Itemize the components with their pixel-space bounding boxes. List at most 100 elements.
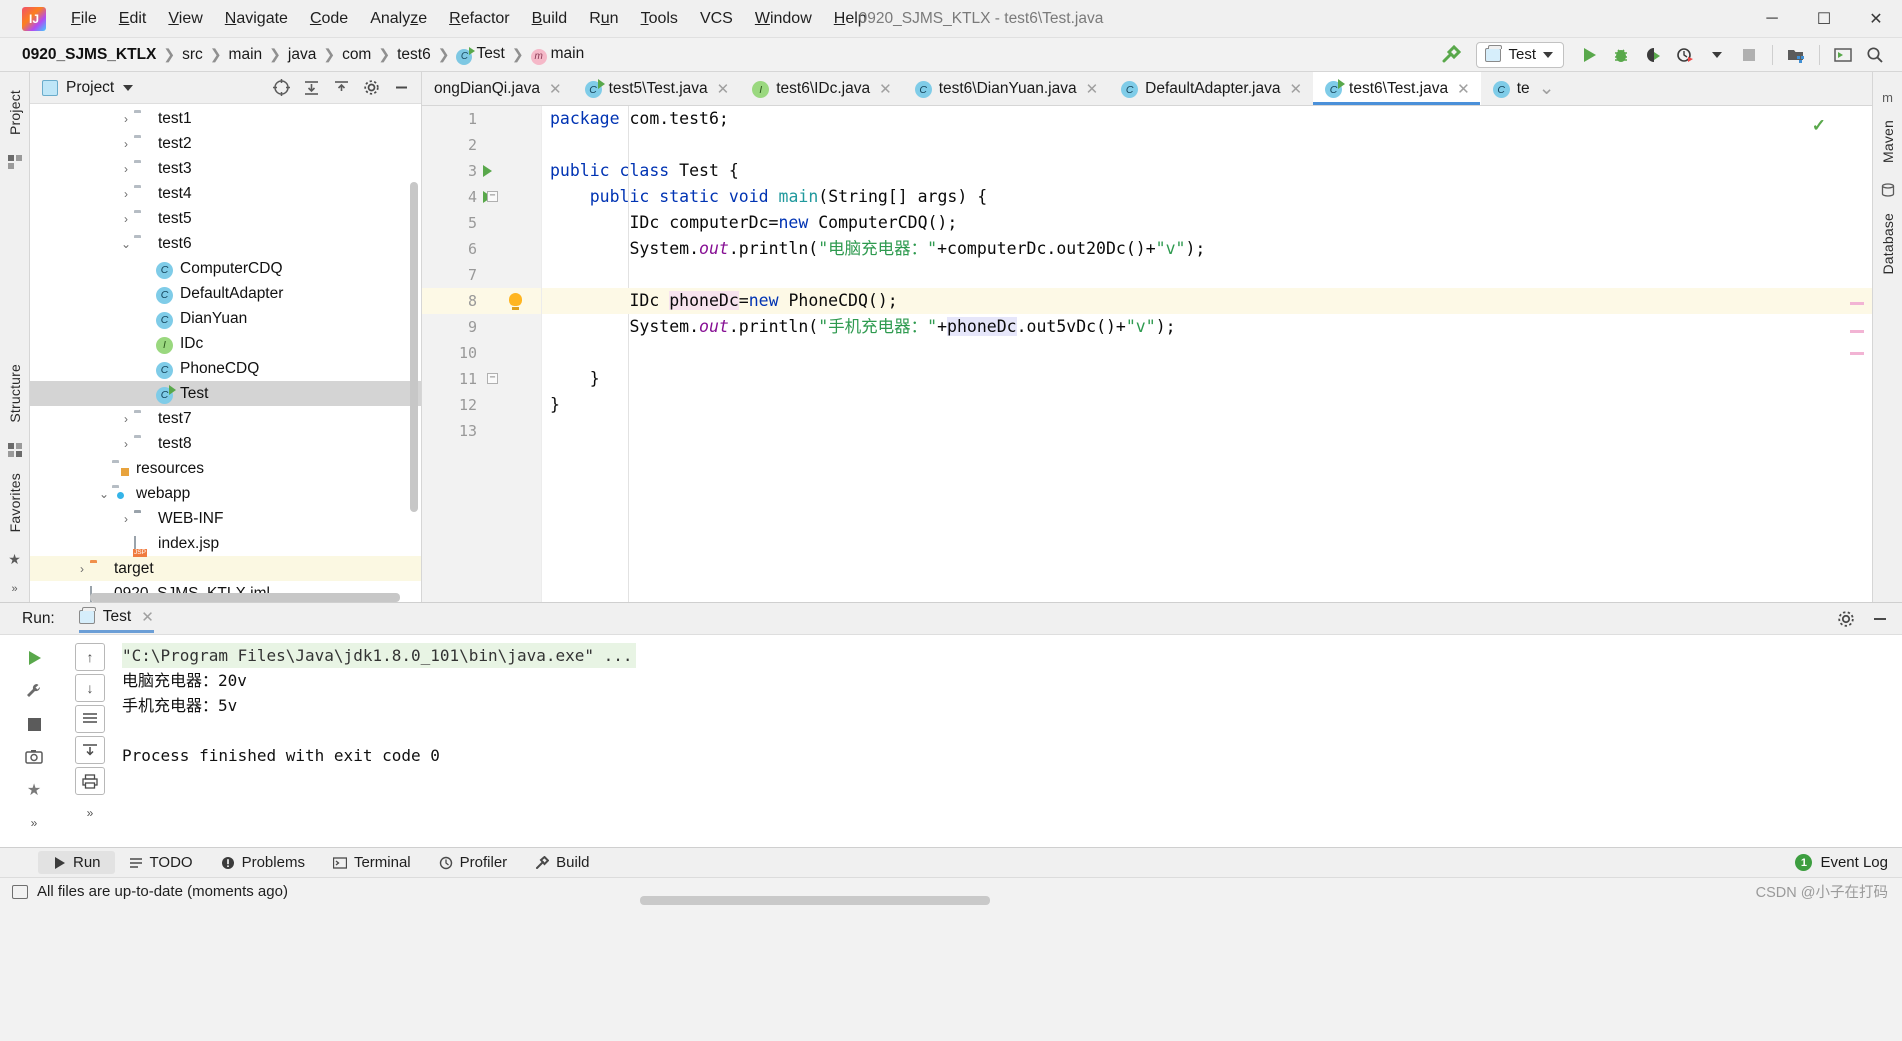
code-line[interactable]: public static void main(String[] args) { <box>542 184 1872 210</box>
profiler-button[interactable] <box>1670 42 1700 68</box>
maven-small-icon[interactable]: m <box>1879 88 1897 106</box>
code-line[interactable]: } <box>542 366 1872 392</box>
editor-tab[interactable]: Cte ⌄ <box>1481 72 1566 105</box>
menu-vcs[interactable]: VCS <box>689 6 744 32</box>
editor-tab[interactable]: Itest6\IDc.java ✕ <box>740 72 902 105</box>
search-everywhere-icon[interactable] <box>1860 42 1890 68</box>
tree-node[interactable]: C PhoneCDQ <box>30 356 421 381</box>
menu-view[interactable]: View <box>157 6 213 32</box>
gutter-line[interactable]: 13 <box>422 418 541 444</box>
close-icon[interactable]: ✕ <box>1457 80 1470 98</box>
tree-node[interactable]: index.jsp <box>30 531 421 556</box>
tree-expander-icon[interactable]: › <box>118 437 134 451</box>
tree-node[interactable]: › test3 <box>30 156 421 181</box>
project-tree-vertical-scrollbar[interactable] <box>410 182 418 512</box>
breadcrumb-item-project[interactable]: 0920_SJMS_KTLX <box>18 45 160 65</box>
editor-tab[interactable]: Ctest5\Test.java ✕ <box>573 72 741 105</box>
tree-expander-icon[interactable]: ⌄ <box>118 237 134 251</box>
sidebar-tab-database[interactable]: Database <box>1877 203 1899 285</box>
sidebar-tab-structure[interactable]: Structure <box>4 354 26 433</box>
tree-expander-icon[interactable]: › <box>118 112 134 126</box>
run-button[interactable] <box>1574 42 1604 68</box>
bottom-scrollbar[interactable] <box>640 896 990 905</box>
profiler-dropdown-icon[interactable] <box>1702 42 1732 68</box>
chevron-down-icon[interactable]: ⌄ <box>1539 77 1555 100</box>
maximize-button[interactable]: ☐ <box>1798 0 1850 38</box>
editor-gutter[interactable]: 1 2 3 4−5 6 7 8 9 10 11−12 13 <box>422 106 542 602</box>
tree-node[interactable]: › test4 <box>30 181 421 206</box>
gutter-line[interactable]: 8 <box>422 288 541 314</box>
event-log-label[interactable]: Event Log <box>1820 854 1888 871</box>
chevron-down-icon[interactable] <box>123 84 134 91</box>
tree-expander-icon[interactable]: › <box>118 137 134 151</box>
toolwindow-todo[interactable]: TODO <box>115 851 207 874</box>
tree-expander-icon[interactable]: › <box>74 562 90 576</box>
close-button[interactable]: ✕ <box>1850 0 1902 38</box>
tree-node[interactable]: C Test <box>30 381 421 406</box>
tree-expander-icon[interactable]: › <box>118 512 134 526</box>
gutter-line[interactable]: 9 <box>422 314 541 340</box>
close-icon[interactable]: ✕ <box>879 80 892 98</box>
expand-all-icon[interactable] <box>299 76 323 100</box>
tree-node[interactable]: › test7 <box>30 406 421 431</box>
editor-marker-strip[interactable] <box>1850 106 1864 602</box>
scroll-up-icon[interactable]: ↑ <box>75 643 105 671</box>
tree-node[interactable]: › test2 <box>30 131 421 156</box>
toolwindow-run[interactable]: Run <box>38 851 115 874</box>
intention-bulb-icon[interactable] <box>509 293 522 310</box>
stop-icon[interactable] <box>19 709 49 739</box>
hide-panel-icon[interactable] <box>389 76 413 100</box>
tree-expander-icon[interactable]: ⌄ <box>96 487 112 501</box>
code-line[interactable] <box>542 340 1872 366</box>
gutter-line[interactable]: 3 <box>422 158 541 184</box>
code-line[interactable]: package com.test6; <box>542 106 1872 132</box>
code-line[interactable]: public class Test { <box>542 158 1872 184</box>
tree-node[interactable]: C DianYuan <box>30 306 421 331</box>
gutter-line[interactable]: 11− <box>422 366 541 392</box>
run-tab-test[interactable]: Test ✕ <box>78 604 154 633</box>
star-icon[interactable]: ★ <box>6 550 24 568</box>
gutter-line[interactable]: 4− <box>422 184 541 210</box>
hide-panel-icon[interactable] <box>1868 607 1892 631</box>
editor-tab[interactable]: Ctest6\DianYuan.java ✕ <box>903 72 1109 105</box>
inspection-ok-icon[interactable]: ✓ <box>1812 116 1826 136</box>
tree-node[interactable]: › test5 <box>30 206 421 231</box>
menu-analyze[interactable]: Analyze <box>359 6 438 32</box>
tree-node[interactable]: › WEB-INF <box>30 506 421 531</box>
close-icon[interactable]: ✕ <box>717 80 730 98</box>
breadcrumb-item-com[interactable]: com <box>338 45 375 65</box>
code-line[interactable]: System.out.println("手机充电器："+phoneDc.out5… <box>542 314 1872 340</box>
run-with-coverage-button[interactable] <box>1638 42 1668 68</box>
tree-expander-icon[interactable]: › <box>118 187 134 201</box>
code-fold-icon[interactable]: − <box>487 373 498 384</box>
more-chevrons-icon[interactable]: » <box>6 580 24 598</box>
more-actions-icon[interactable]: » <box>19 808 49 838</box>
gutter-line[interactable]: 2 <box>422 132 541 158</box>
code-line[interactable]: } <box>542 392 1872 418</box>
toolwindow-profiler[interactable]: Profiler <box>425 851 522 874</box>
editor-tab[interactable]: Ctest6\Test.java ✕ <box>1313 72 1481 105</box>
menu-code[interactable]: Code <box>299 6 359 32</box>
tree-node[interactable]: › target <box>30 556 421 581</box>
rerun-icon[interactable] <box>19 643 49 673</box>
sidebar-tab-project[interactable]: Project <box>4 80 26 145</box>
update-project-icon[interactable] <box>1781 42 1811 68</box>
toolwindow-terminal[interactable]: Terminal <box>319 851 425 874</box>
run-gutter-icon[interactable] <box>483 165 492 177</box>
sidebar-tab-favorites[interactable]: Favorites <box>4 463 26 542</box>
breadcrumb-item-test6[interactable]: test6 <box>393 45 435 65</box>
editor-tab[interactable]: C DefaultAdapter.java ✕ <box>1109 72 1313 105</box>
gutter-line[interactable]: 12 <box>422 392 541 418</box>
minimize-button[interactable]: ─ <box>1746 0 1798 38</box>
breadcrumb-item-method[interactable]: m main <box>527 44 589 65</box>
menu-refactor[interactable]: Refactor <box>438 6 520 32</box>
breadcrumb-item-class[interactable]: C Test <box>452 44 508 65</box>
editor-body[interactable]: 1 2 3 4−5 6 7 8 9 10 11−12 13 package com.test6; pu… <box>422 106 1872 602</box>
structure-grid-icon[interactable] <box>6 441 24 459</box>
close-icon[interactable]: ✕ <box>1289 80 1302 98</box>
code-fold-icon[interactable]: − <box>487 191 498 202</box>
camera-icon[interactable] <box>19 742 49 772</box>
close-icon[interactable]: ✕ <box>1086 80 1099 98</box>
code-line[interactable] <box>542 132 1872 158</box>
tree-node[interactable]: ⌄ webapp <box>30 481 421 506</box>
